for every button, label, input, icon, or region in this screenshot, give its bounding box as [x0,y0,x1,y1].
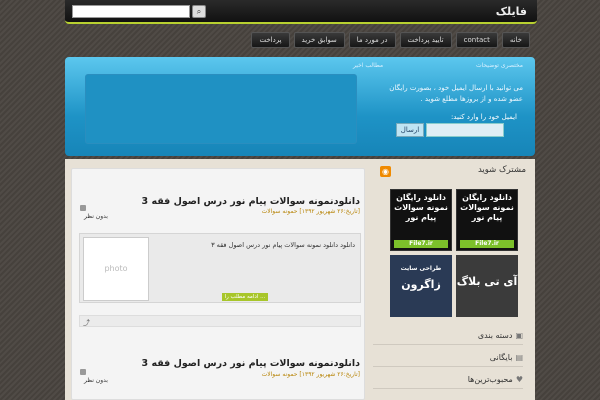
newsletter-heading: مختصری توضیحات [475,62,523,69]
post-meta: [تاریخ:۲۶ شهریور ۱۳۹۲] حمونه سوالات [261,208,360,215]
ad-tag: File7.ir [460,240,514,248]
comment-count[interactable]: بدون نظر [84,377,108,384]
recent-posts-heading: مطالب اخیر [353,62,384,69]
ad-banner-itblog[interactable]: آی تی بلاگ [456,255,518,317]
content-column: دانلودنمونه سوالات پیام نور درس اصول فقه… [71,168,365,400]
post-meta: [تاریخ:۲۶ شهریور ۱۳۹۲] حمونه سوالات [261,371,360,378]
heart-icon: ♥ [515,375,523,384]
nav-item-payment[interactable]: پرداخت [251,32,290,48]
sidebar-item-label: محبوب‌ترین‌ها [467,375,513,384]
subscribe-heading[interactable]: مشترک شوید [478,165,526,175]
ad-banner-zagros[interactable]: طراحی سایت زاگرون [390,255,452,317]
folder-icon: ▣ [515,331,523,340]
ad-banner-file7[interactable]: دانلود رایگان نمونه سوالات پیام نور File… [390,189,452,251]
sidebar-item-label: بایگانی [489,353,513,362]
read-more-button[interactable]: ادامه مطلب را ... [222,293,268,301]
comment-count[interactable]: بدون نظر [84,213,108,220]
post-excerpt: دانلود دانلود نمونه سوالات پیام نور درس … [211,241,355,249]
comment-icon [80,205,86,211]
sidebar-item-popular[interactable]: ♥محبوب‌ترین‌ها [373,375,523,389]
newsletter-description: می توانید با ارسال ایمیل خود ، بصورت رای… [389,84,523,103]
sidebar-item-label: دسته بندی [477,331,513,340]
ad-tag: File7.ir [394,240,448,248]
email-field[interactable] [426,123,504,137]
nav-item-contact[interactable]: contact [455,32,498,48]
search-input[interactable] [72,5,190,18]
header-banner: مختصری توضیحات مطالب اخیر می توانید با ا… [65,57,535,156]
nav-item-about[interactable]: در مورد ما [348,32,396,48]
nav-item-home[interactable]: خانه [501,32,530,48]
top-bar: فایلک ⌕ [65,0,537,24]
email-label: ایمیل خود را وارد کنید: [450,113,517,121]
ad-brand: زاگرون [401,278,441,291]
ad-text: دانلود رایگان نمونه سوالات پیام نور [394,193,448,222]
search-icon[interactable]: ⌕ [192,5,206,18]
post-footer: ⤴ [79,315,361,327]
sidebar-item-categories[interactable]: ▣دسته بندی [373,331,523,345]
nav-item-confirm-payment[interactable]: تایید پرداخت [399,32,452,48]
site-logo[interactable]: فایلک [496,5,527,18]
nav-item-purchase-history[interactable]: سوابق خرید [293,32,345,48]
archive-icon: ▤ [515,353,523,362]
comment-icon [80,369,86,375]
sidebar-item-archive[interactable]: ▤بایگانی [373,353,523,367]
sidebar: مشترک شوید ◉ دانلود رایگان نمونه سوالات … [372,159,535,400]
link-icon: ⤴ [83,319,90,327]
post-title[interactable]: دانلودنمونه سوالات پیام نور درس اصول فقه… [76,196,360,207]
recent-posts-panel [85,74,357,144]
rss-icon[interactable]: ◉ [380,166,391,177]
ad-banner-file7[interactable]: دانلود رایگان نمونه سوالات پیام نور File… [456,189,518,251]
ad-text: آی تی بلاگ [456,275,518,288]
ad-text: طراحی سایت [400,265,442,272]
main-nav: خانه contact تایید پرداخت در مورد ما سوا… [248,32,530,48]
send-button[interactable]: ارسال [396,123,424,137]
ad-text: دانلود رایگان نمونه سوالات پیام نور [460,193,514,222]
post-title[interactable]: دانلودنمونه سوالات پیام نور درس اصول فقه… [76,358,360,369]
post-body: photo دانلود دانلود نمونه سوالات پیام نو… [79,233,361,303]
